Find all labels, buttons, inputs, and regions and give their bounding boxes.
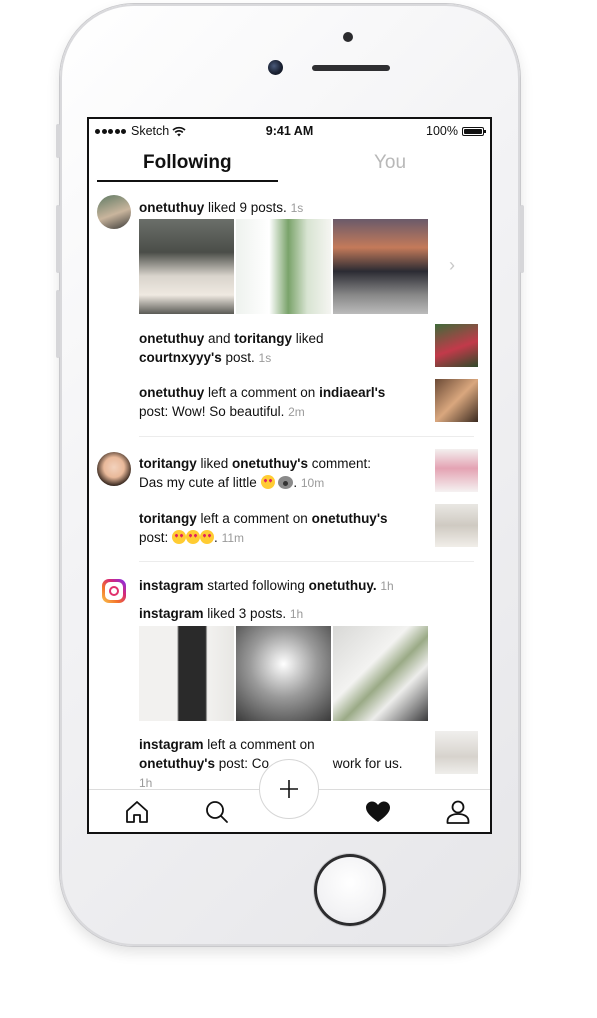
- activity-text: left a comment on: [204, 385, 320, 400]
- status-bar: Sketch 9:41 AM 100%: [89, 119, 490, 143]
- activity-tabs: Following You: [89, 143, 490, 183]
- username[interactable]: onetuthuy.: [309, 578, 377, 593]
- profile-icon[interactable]: [445, 799, 471, 825]
- heart-eyes-emoji-icon: [260, 475, 275, 489]
- timestamp: 11m: [221, 531, 245, 545]
- chevron-right-icon[interactable]: ›: [449, 255, 455, 276]
- comment-text: post: Wow! So beautiful.: [139, 404, 285, 419]
- activity-liked-posts[interactable]: onetuthuy liked 9 posts. 1s: [139, 198, 303, 218]
- activity-text: liked 3 posts.: [203, 606, 287, 621]
- username[interactable]: instagram: [139, 606, 204, 621]
- activity-text: comment:: [308, 456, 372, 471]
- battery-info: 100%: [426, 124, 486, 138]
- heart-icon[interactable]: [365, 799, 391, 825]
- activity-text: and: [204, 331, 235, 346]
- plus-icon: [280, 780, 298, 798]
- heart-eyes-emoji-icon: [200, 530, 215, 544]
- comment-text: Das my cute af little: [139, 475, 257, 490]
- mute-switch[interactable]: [56, 124, 60, 158]
- activity-text: liked: [292, 331, 324, 346]
- timestamp: 1h: [289, 607, 304, 621]
- activity-liked-comment[interactable]: toritangy liked onetuthuy's comment: Das…: [139, 454, 419, 493]
- activity-comment[interactable]: onetuthuy left a comment on indiaearl's …: [139, 383, 419, 422]
- app-screen: Sketch 9:41 AM 100% Following You onetut…: [87, 117, 492, 834]
- post-thumbnail[interactable]: [435, 504, 478, 547]
- timestamp: 10m: [300, 476, 325, 490]
- koala-emoji-icon: [278, 476, 294, 489]
- timestamp: 1h: [139, 776, 153, 790]
- avatar-toritangy[interactable]: [97, 452, 131, 486]
- home-icon[interactable]: [124, 799, 150, 825]
- activity-text: left a comment on: [203, 737, 315, 752]
- username[interactable]: onetuthuy: [139, 331, 204, 346]
- search-icon[interactable]: [204, 799, 230, 825]
- volume-up-button[interactable]: [56, 205, 60, 273]
- username[interactable]: onetuthuy: [139, 200, 204, 215]
- timestamp: 1h: [380, 579, 394, 593]
- activity-text: post.: [221, 350, 255, 365]
- battery-icon: [462, 126, 486, 136]
- timestamp: 2m: [288, 405, 305, 419]
- battery-percent: 100%: [426, 124, 458, 138]
- username[interactable]: instagram: [139, 737, 204, 752]
- post-thumbnail[interactable]: [435, 324, 478, 367]
- divider: [139, 561, 474, 562]
- post-thumbnail[interactable]: [435, 449, 478, 492]
- liked-photo-2[interactable]: [236, 219, 331, 314]
- username[interactable]: indiaearl's: [319, 385, 385, 400]
- username[interactable]: onetuthuy: [139, 385, 204, 400]
- power-button[interactable]: [520, 205, 524, 273]
- activity-text: left a comment on: [196, 511, 312, 526]
- liked-photo-1[interactable]: [139, 219, 234, 314]
- comment-text: post: Co: [214, 756, 269, 771]
- heart-eyes-emoji-icon: [172, 530, 187, 544]
- username[interactable]: onetuthuy's: [232, 456, 308, 471]
- activity-text: started following: [203, 578, 309, 593]
- activity-liked-post[interactable]: onetuthuy and toritangy liked courtnxyyy…: [139, 329, 419, 368]
- username[interactable]: toritangy: [139, 511, 197, 526]
- liked-photo-1[interactable]: [139, 626, 234, 721]
- proximity-sensor: [343, 32, 353, 42]
- activity-text: liked 9 posts.: [204, 200, 287, 215]
- username[interactable]: toritangy: [234, 331, 292, 346]
- tab-following[interactable]: Following: [143, 152, 232, 174]
- timestamp: 1s: [258, 351, 272, 365]
- divider: [139, 436, 474, 437]
- timestamp: 1s: [290, 201, 304, 215]
- activity-text: liked: [196, 456, 233, 471]
- username[interactable]: onetuthuy's: [312, 511, 388, 526]
- home-button[interactable]: [314, 854, 386, 926]
- post-thumbnail[interactable]: [435, 379, 478, 422]
- username[interactable]: courtnxyyy's: [139, 350, 222, 365]
- liked-photo-2[interactable]: [236, 626, 331, 721]
- activity-started-following[interactable]: instagram started following onetuthuy. 1…: [139, 576, 394, 596]
- activity-comment[interactable]: toritangy left a comment on onetuthuy's …: [139, 509, 419, 548]
- instagram-logo-icon[interactable]: [102, 579, 126, 603]
- username[interactable]: onetuthuy's: [139, 756, 215, 771]
- liked-photo-3[interactable]: [333, 219, 428, 314]
- earpiece-speaker: [312, 65, 390, 71]
- avatar-onetuthuy[interactable]: [97, 195, 131, 229]
- comment-text: post:: [139, 530, 169, 545]
- heart-eyes-emoji-icon: [186, 530, 201, 544]
- username[interactable]: toritangy: [139, 456, 197, 471]
- create-post-button[interactable]: [259, 759, 319, 819]
- front-camera: [268, 60, 283, 75]
- volume-down-button[interactable]: [56, 290, 60, 358]
- tab-you[interactable]: You: [374, 152, 406, 174]
- active-tab-indicator: [97, 180, 278, 182]
- username[interactable]: instagram: [139, 578, 204, 593]
- activity-liked-posts[interactable]: instagram liked 3 posts. 1h: [139, 604, 303, 624]
- liked-photo-3[interactable]: [333, 626, 428, 721]
- post-thumbnail[interactable]: [435, 731, 478, 774]
